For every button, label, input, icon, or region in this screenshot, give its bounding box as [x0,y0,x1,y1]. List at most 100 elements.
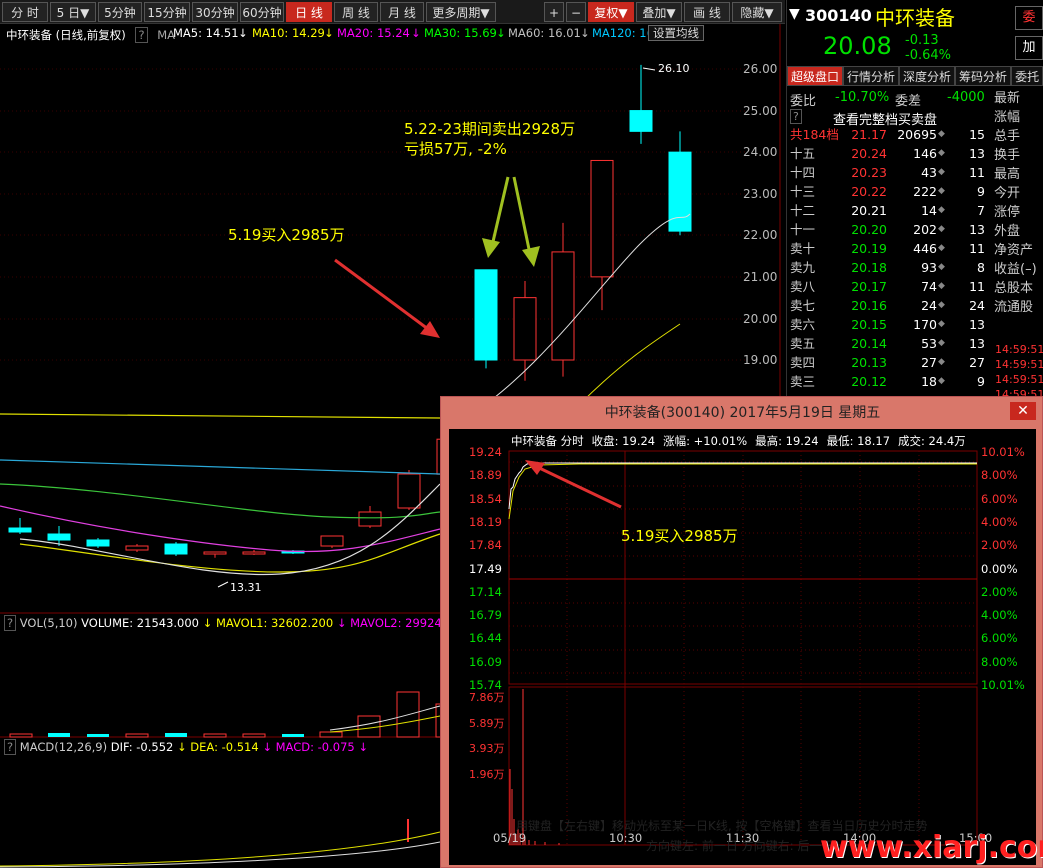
popup-title[interactable]: 中环装备(300140) 2017年5月19日 星期五 [441,397,1043,429]
orderbook-row[interactable]: 卖九 20.18 93 ◆ 8 [787,258,992,277]
period-intraday-button[interactable]: 分 时 [2,2,48,22]
orderbook-level: 卖七 [790,298,816,313]
orderbook-volume: 93 [921,260,937,275]
orderbook-level: 十四 [790,165,816,180]
hide-button[interactable]: 隐藏▼ [732,2,782,22]
period-weekly-button[interactable]: 周 线 [334,2,378,22]
diamond-icon: ◆ [938,224,945,234]
diamond-icon: ◆ [938,186,945,196]
stat-label: 流通股 [994,300,1034,315]
add-button[interactable]: 加 [1015,36,1043,60]
orderbook-row[interactable]: 卖六 20.15 170 ◆ 13 [787,315,992,334]
macd-value: ↓ MACD: -0.075 ↓ [262,740,368,754]
orderbook-row[interactable]: 卖八 20.17 74 ◆ 11 [787,277,992,296]
orderbook-volume: 20695 [897,127,937,142]
intraday-stat: 最低: 18.17 [826,434,891,448]
orderbook-price: 21.17 [851,127,887,142]
overlay-button[interactable]: 叠加▼ [636,2,682,22]
red-arrow-shaft [334,258,433,334]
draw-line-button[interactable]: 画 线 [684,2,730,22]
period-daily-button[interactable]: 日 线 [286,2,332,22]
tab-depth-analysis[interactable]: 深度分析 [899,66,956,86]
orderbook-help-icon[interactable]: ? [790,109,802,124]
volume-tick: 5.89万 [469,716,505,730]
price-tick: 19.24 [469,445,502,459]
stat-label: 涨停 [994,205,1021,220]
tab-orders[interactable]: 委托 [1011,66,1043,86]
quote-header: ▼ 300140 中环装备 委 加 20.08 -0.13 -0.64% [787,0,1043,66]
orderbook-price: 20.24 [851,146,887,161]
tab-super-orderbook[interactable]: 超级盘口 [787,66,844,86]
orderbook-row[interactable]: 十三 20.22 222 ◆ 9 [787,182,992,201]
vol-help-icon[interactable]: ? [4,615,17,631]
change-pct: -0.64% [905,48,951,63]
tab-chip-analysis[interactable]: 筹码分析 [955,66,1012,86]
zoom-out-button[interactable]: − [566,2,586,22]
period-monthly-button[interactable]: 月 线 [380,2,424,22]
orderbook-row[interactable]: 卖十 20.19 446 ◆ 11 [787,239,992,258]
orderbook-row[interactable]: 十二 20.21 14 ◆ 7 [787,201,992,220]
change-value: -0.13 [905,33,939,48]
intraday-chart[interactable]: 中环装备 分时 收盘: 19.24 涨幅: +10.01% 最高: 19.24 最低: … [449,429,1036,865]
orderbook-count: 13 [969,317,985,332]
orderbook-volume: 446 [913,241,937,256]
stat-label: 换手 [994,148,1021,163]
zoom-in-button[interactable]: + [544,2,564,22]
volume-value: VOLUME: 21543.000 [81,616,199,630]
trade-time: 14:59:51 [995,343,1043,356]
intraday-stat: 最高: 19.24 [755,434,819,448]
period-5min-button[interactable]: 5分钟 [98,2,142,22]
diamond-icon: ◆ [938,338,945,348]
orderbook-row[interactable]: 共184档 21.17 20695 ◆ 15 [787,125,992,144]
orderbook-row[interactable]: 卖四 20.13 27 ◆ 27 [787,353,992,372]
webi-value: -10.70% [835,90,890,105]
menu-icon[interactable]: ▼ [789,6,800,22]
orderbook-row[interactable]: 卖三 20.12 18 ◆ 9 [787,372,992,391]
orderbook-row[interactable]: 卖七 20.16 24 ◆ 24 [787,296,992,315]
orderbook-row[interactable]: 十四 20.23 43 ◆ 11 [787,163,992,182]
price-tick: 16.44 [469,631,502,646]
orderbook-volume: 74 [921,279,937,294]
stat-label: 净资产 [994,243,1034,258]
weicha-value: -4000 [947,90,985,105]
diamond-icon: ◆ [938,319,945,329]
tab-market-analysis[interactable]: 行情分析 [843,66,900,86]
period-toolbar: 分 时 5 日▼ 5分钟 15分钟 30分钟 60分钟 日 线 周 线 月 线 … [0,0,785,24]
stock-name: 中环装备 [875,6,955,30]
diamond-icon: ◆ [938,129,945,139]
green-arrow-1-shaft [490,176,510,247]
adjust-button[interactable]: 复权▼ [588,2,634,22]
candle-body [125,545,149,551]
orderbook-price: 20.18 [851,260,887,275]
period-15min-button[interactable]: 15分钟 [144,2,190,22]
more-periods-button[interactable]: 更多周期▼ [426,2,496,22]
candle-body [47,533,71,541]
close-icon[interactable]: ✕ [1010,402,1036,420]
orderbook-row[interactable]: 十五 20.24 146 ◆ 13 [787,144,992,163]
pct-tick: 6.00% [981,491,1018,506]
orderbook-row[interactable]: 十一 20.20 202 ◆ 13 [787,220,992,239]
orderbook-count: 13 [969,146,985,161]
mavol2-line [329,715,441,733]
period-60min-button[interactable]: 60分钟 [240,2,284,22]
order-button[interactable]: 委 [1015,6,1043,30]
intraday-popup[interactable]: 中环装备(300140) 2017年5月19日 星期五 ✕ 中环装备 分时 收盘… [440,396,1043,868]
intraday-header: 中环装备 分时 收盘: 19.24 涨幅: +10.01% 最高: 19.24 最低: … [511,433,974,449]
orderbook-volume: 170 [913,317,937,332]
period-5day-button[interactable]: 5 日▼ [50,2,96,22]
low-pointer [217,581,229,588]
orderbook-volume: 24 [921,298,937,313]
pct-tick: 6.00% [981,631,1018,646]
orderbook-count: 9 [977,184,985,199]
macd-help-icon[interactable]: ? [4,739,17,755]
candle-body [397,473,421,509]
orderbook-row[interactable]: 卖五 20.14 53 ◆ 13 [787,334,992,353]
orderbook-volume: 43 [921,165,937,180]
stat-label: 总手 [994,129,1021,144]
dea-value: ↓ DEA: -0.514 [177,740,259,754]
orderbook-volume: 27 [921,355,937,370]
period-30min-button[interactable]: 30分钟 [192,2,238,22]
orderbook-price: 20.16 [851,298,887,313]
popup-arrow-shaft [532,463,622,509]
green-arrow-2-shaft [512,176,532,255]
